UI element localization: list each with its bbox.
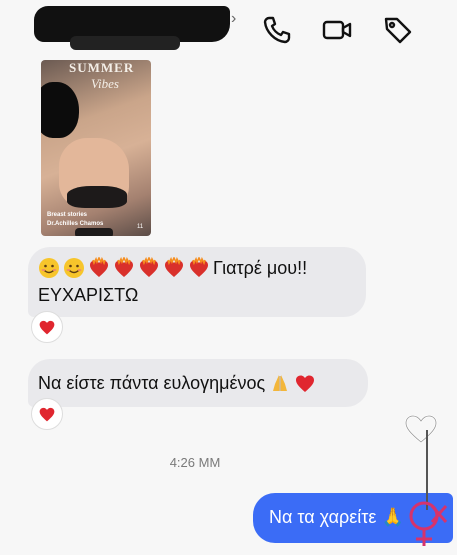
- smiling-face-emoji-icon: [63, 257, 85, 279]
- redacted-face: [41, 82, 79, 138]
- red-heart-emoji-icon: [294, 372, 316, 394]
- story-photo-swimwear-bottom: [75, 228, 113, 236]
- tag-icon[interactable]: [382, 14, 414, 46]
- message-timestamp: 4:26 ΜΜ: [169, 455, 221, 470]
- heart-on-fire-emoji-icon: [138, 257, 160, 279]
- watermark-logo-icon: [398, 492, 456, 550]
- incoming-message-bubble[interactable]: Να είστε πάντα ευλογημένος: [28, 359, 368, 407]
- heart-on-fire-emoji-icon: [163, 257, 185, 279]
- shared-story-image[interactable]: SUMMER Vibes Breast stories Dr.Achilles …: [41, 60, 151, 236]
- redacted-contact-status: [70, 36, 180, 50]
- folded-hands-emoji-icon: [269, 372, 291, 394]
- heart-on-fire-emoji-icon: [113, 257, 135, 279]
- message-text: Γιατρέ μου!!: [213, 258, 308, 278]
- story-logo-line1: SUMMER: [69, 60, 135, 75]
- heart-on-fire-emoji-icon: [88, 257, 110, 279]
- story-logo-line2: Vibes: [91, 76, 119, 91]
- incoming-message-bubble[interactable]: Γιατρέ μου!! ΕΥΧΑΡΙΣΤΩ: [28, 247, 366, 317]
- heart-reaction-icon[interactable]: [31, 311, 63, 343]
- chevron-right-icon[interactable]: ›: [231, 10, 236, 28]
- smiling-face-emoji-icon: [38, 257, 60, 279]
- story-caption-mark: 11: [137, 224, 144, 230]
- heart-on-fire-emoji-icon: [188, 257, 210, 279]
- heart-outline-icon[interactable]: [404, 414, 438, 444]
- message-text: Να τα χαρείτε 🙏: [269, 507, 404, 527]
- message-first-line: Γιατρέ μου!!: [38, 257, 307, 279]
- story-caption-line2: Dr.Achilles Chamos: [47, 221, 104, 227]
- chat-header: ›: [0, 0, 457, 58]
- message-text: ΕΥΧΑΡΙΣΤΩ: [38, 285, 139, 305]
- phone-icon[interactable]: [261, 14, 293, 46]
- heart-reaction-icon[interactable]: [31, 398, 63, 430]
- story-caption-line1: Breast stories: [47, 212, 88, 218]
- video-camera-icon[interactable]: [321, 14, 353, 46]
- message-text: Να είστε πάντα ευλογημένος: [38, 373, 266, 393]
- message-line: Να είστε πάντα ευλογημένος: [38, 372, 319, 394]
- story-photo-swimwear: [67, 186, 127, 208]
